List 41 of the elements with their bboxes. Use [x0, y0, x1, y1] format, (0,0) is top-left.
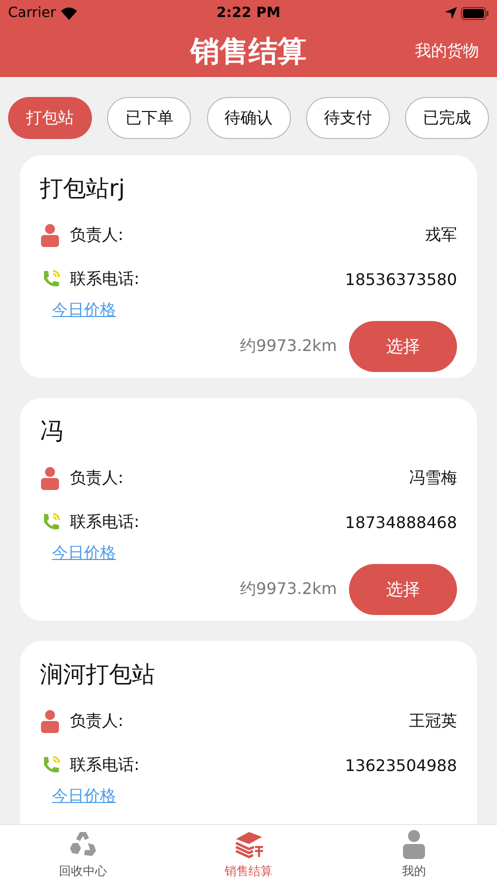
location-icon — [444, 7, 457, 19]
manager-name: 冯雪梅 — [409, 468, 457, 488]
select-button[interactable]: 选择 — [349, 564, 457, 615]
person-icon — [40, 709, 60, 733]
phone-number: 18734888468 — [345, 512, 457, 532]
manager-label: 负责人: — [70, 710, 124, 732]
filter-tab[interactable]: 已下单 — [107, 97, 192, 139]
phone-label: 联系电话: — [70, 512, 140, 532]
manager-label: 负责人: — [70, 224, 124, 246]
person-icon — [40, 223, 60, 247]
today-price-link[interactable]: 今日价格 — [52, 300, 116, 321]
station-name: 涧河打包站 — [40, 662, 155, 688]
distance-text: 约9973.2km — [240, 336, 337, 357]
phone-label: 联系电话: — [70, 268, 140, 290]
manager-label: 负责人: — [70, 468, 124, 488]
today-price-link[interactable]: 今日价格 — [52, 543, 116, 564]
filter-tab[interactable]: 打包站 — [8, 97, 92, 139]
filter-tab[interactable]: 待支付 — [306, 97, 390, 139]
today-price-link[interactable]: 今日价格 — [52, 786, 116, 807]
status-time: 2:22 PM — [216, 5, 280, 21]
filter-tab[interactable]: 待确认 — [206, 97, 290, 139]
station-name: 冯 — [40, 419, 63, 445]
carrier-text: Carrier — [8, 5, 56, 21]
manager-name: 戎军 — [425, 224, 457, 246]
person-icon — [40, 466, 60, 490]
select-button[interactable]: 选择 — [349, 321, 457, 372]
page-title: 销售结算 — [190, 32, 306, 70]
manager-name: 王冠英 — [409, 710, 457, 732]
phone-label: 联系电话: — [70, 754, 140, 776]
phone-number: 13623504988 — [345, 756, 457, 774]
battery-icon — [460, 6, 489, 20]
wifi-icon — [60, 6, 78, 20]
tab-bar-item[interactable]: 回收中心 — [0, 825, 166, 883]
tab-bar-item[interactable]: 销售结算 — [166, 825, 332, 883]
tab-bar-item[interactable]: 我的 — [331, 825, 497, 883]
my-goods-link[interactable]: 我的货物 — [415, 41, 479, 62]
distance-text: 约9973.2km — [240, 579, 337, 600]
station-name: 打包站rj — [40, 176, 125, 202]
phone-number: 18536373580 — [345, 270, 457, 288]
person-icon — [402, 828, 426, 858]
filter-tab[interactable]: 已完成 — [405, 97, 489, 139]
